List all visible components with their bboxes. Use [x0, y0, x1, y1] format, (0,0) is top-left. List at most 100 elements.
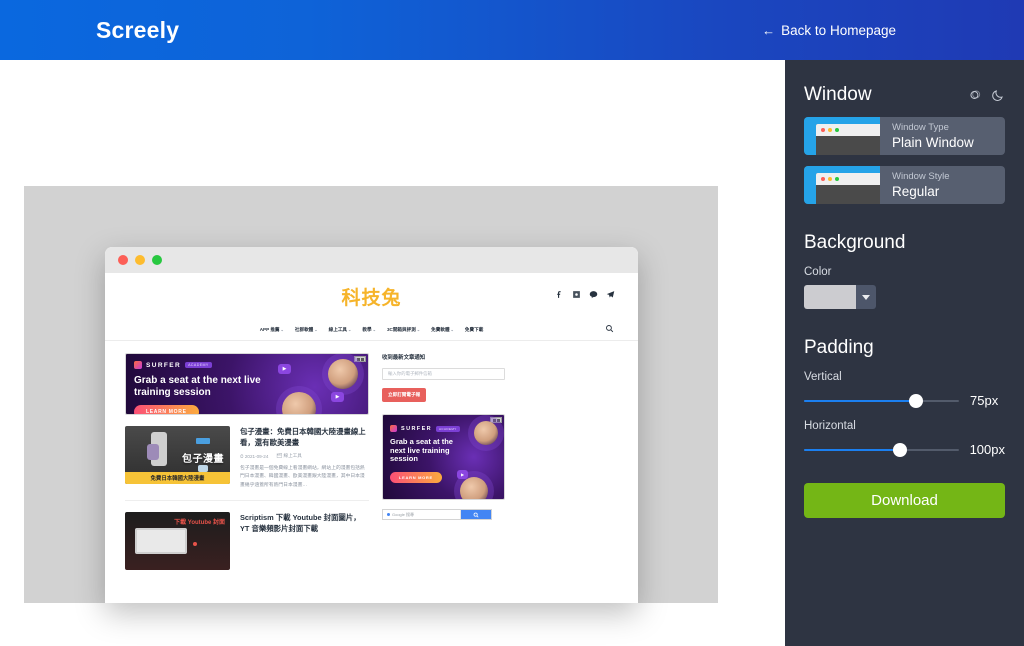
window-type-text: Window Type Plain Window	[880, 117, 974, 155]
vertical-padding-label: Vertical	[804, 371, 842, 383]
post-thumb-text: 包子漫畫	[182, 454, 224, 465]
play-icon: ▶	[457, 470, 468, 479]
ad-person-photo	[474, 421, 498, 445]
ad-banner-horizontal[interactable]: SURFER ACADEMY Grab a seat at the next l…	[125, 353, 369, 415]
google-search-button[interactable]	[461, 510, 491, 519]
window-type-value: Plain Window	[892, 135, 974, 151]
ad-cta-button[interactable]: LEARN MORE	[134, 405, 199, 414]
newsletter-email-input[interactable]: 輸入你的電子郵件信箱	[382, 368, 505, 380]
post-excerpt: 包子漫畫是一個免費線上看漫畫網站，網站上的漫畫包括熱門日本漫畫、韓國漫畫、歐美漫…	[240, 466, 365, 488]
settings-panel: Window Window Type Plain Window Window S…	[785, 60, 1024, 646]
slider-fill	[804, 448, 900, 451]
newsletter-subscribe-button[interactable]: 立即訂閱電子報	[382, 388, 427, 402]
mock-browser-window: 科技兔 APP 推薦⌄ 社群軟體⌄ 線上工具⌄ 教學⌄ 3C開箱與評測⌄ 免費軟…	[105, 247, 638, 603]
ad-person-photo	[328, 359, 358, 389]
window-style-value: Regular	[892, 184, 940, 200]
site-social-links	[555, 290, 615, 299]
chevron-down-icon[interactable]	[856, 285, 876, 309]
dark-mode-icon[interactable]	[991, 88, 1005, 102]
horizontal-padding-label: Horizontal	[804, 420, 856, 432]
app-header: Screely ← Back to Homepage	[0, 0, 1024, 60]
play-icon: ▶	[278, 364, 291, 374]
window-style-thumbnail	[804, 166, 880, 204]
editor-stage: 科技兔 APP 推薦⌄ 社群軟體⌄ 線上工具⌄ 教學⌄ 3C開箱與評測⌄ 免費軟…	[0, 60, 785, 646]
screenshot-canvas[interactable]: 科技兔 APP 推薦⌄ 社群軟體⌄ 線上工具⌄ 教學⌄ 3C開箱與評測⌄ 免費軟…	[24, 186, 718, 603]
site-sidebar-column: 收到最新文章通知 輸入你的電子郵件信箱 立即訂閱電子報 SURFER ACADE…	[382, 353, 505, 570]
ad-brand-row: SURFER ACADEMY	[134, 361, 284, 369]
nav-item-tutorial[interactable]: 教學⌄	[362, 327, 376, 333]
post-title[interactable]: 包子漫畫：免費日本韓國大陸漫畫線上看，還有歐美漫畫	[240, 426, 369, 448]
ad-headline: Grab a seat at the next live training se…	[134, 375, 261, 398]
line-icon[interactable]	[589, 290, 598, 299]
post-title[interactable]: Scriptism 下載 Youtube 封面圖片，YT 音樂頻影片封面下載	[240, 512, 369, 534]
chevron-down-icon: ⌄	[280, 326, 284, 332]
ad-brand-tag: ACADEMY	[185, 362, 212, 368]
site-navigation: APP 推薦⌄ 社群軟體⌄ 線上工具⌄ 教學⌄ 3C開箱與評測⌄ 免費軟體⌄ 免…	[105, 319, 638, 341]
window-type-thumbnail	[804, 117, 880, 155]
ad-brand-name: SURFER	[401, 425, 433, 432]
post-thumb-band: 免費日本韓國大陸漫畫	[125, 472, 230, 484]
google-icon	[387, 513, 390, 516]
chevron-down-icon: ⌄	[314, 326, 318, 332]
window-close-dot	[118, 255, 128, 265]
window-type-option[interactable]: Window Type Plain Window	[804, 117, 1005, 155]
vertical-padding-value: 75px	[970, 393, 999, 408]
ad-cta-button[interactable]: LEARN MORE	[390, 471, 442, 483]
nav-item-social[interactable]: 社群軟體⌄	[295, 327, 318, 333]
ad-person-photo	[282, 392, 316, 414]
vertical-padding-slider[interactable]	[804, 393, 959, 408]
mock-window-titlebar	[105, 247, 638, 273]
theme-mode-toggle	[968, 88, 1005, 102]
site-content: SURFER ACADEMY Grab a seat at the next l…	[105, 341, 638, 570]
window-style-option[interactable]: Window Style Regular	[804, 166, 1005, 204]
slider-thumb[interactable]	[892, 442, 907, 457]
nav-item-3c-review[interactable]: 3C開箱與評測⌄	[387, 327, 420, 333]
captured-website: 科技兔 APP 推薦⌄ 社群軟體⌄ 線上工具⌄ 教學⌄ 3C開箱與評測⌄ 免費軟…	[105, 273, 638, 603]
light-mode-icon[interactable]	[968, 88, 982, 102]
window-type-label: Window Type	[892, 122, 949, 133]
ad-close-icon[interactable]	[354, 356, 366, 362]
post-thumbnail: 包子漫畫 免費日本韓國大陸漫畫	[125, 426, 230, 484]
vertical-padding-row: 75px	[804, 393, 1005, 408]
color-label: Color	[804, 266, 832, 278]
newsletter-title: 收到最新文章通知	[382, 355, 426, 361]
post-body: 包子漫畫：免費日本韓國大陸漫畫線上看，還有歐美漫畫 ⏱ 2021-09-24 🗂…	[240, 426, 369, 490]
google-search-box[interactable]: Google 搜尋	[382, 509, 492, 520]
post-thumbnail: 下載 Youtube 封面	[125, 511, 230, 570]
instagram-icon[interactable]	[572, 290, 581, 299]
search-icon[interactable]	[605, 324, 614, 333]
window-section-title: Window	[804, 84, 872, 105]
post-item[interactable]: 下載 Youtube 封面 Scriptism 下載 Youtube 封面圖片，…	[125, 501, 369, 570]
nav-item-free-download[interactable]: 免費下載	[465, 327, 483, 333]
padding-section-title: Padding	[804, 337, 874, 358]
ad-headline: Grab a seat at the next live training se…	[390, 437, 453, 464]
post-item[interactable]: 包子漫畫 免費日本韓國大陸漫畫 包子漫畫：免費日本韓國大陸漫畫線上看，還有歐美漫…	[125, 415, 369, 490]
window-maximize-dot	[152, 255, 162, 265]
telegram-icon[interactable]	[606, 290, 615, 299]
back-to-homepage-link[interactable]: ← Back to Homepage	[762, 23, 896, 38]
ad-person-photo	[460, 477, 488, 499]
back-arrow-icon: ←	[762, 22, 776, 38]
background-color-picker[interactable]	[804, 285, 876, 309]
site-main-column: SURFER ACADEMY Grab a seat at the next l…	[125, 353, 369, 570]
nav-item-app[interactable]: APP 推薦⌄	[260, 327, 284, 333]
nav-item-free-software[interactable]: 免費軟體⌄	[431, 327, 454, 333]
post-date: ⏱ 2021-09-24	[240, 453, 269, 459]
horizontal-padding-slider[interactable]	[804, 442, 959, 457]
horizontal-padding-row: 100px	[804, 442, 1005, 457]
chevron-down-icon: ⌄	[372, 326, 376, 332]
ad-banner-vertical[interactable]: SURFER ACADEMY Grab a seat at the next l…	[382, 414, 505, 500]
site-header: 科技兔	[105, 273, 638, 319]
post-thumb-text: 下載 Youtube 封面	[174, 519, 225, 526]
chevron-down-icon: ⌄	[348, 326, 352, 332]
download-button[interactable]: Download	[804, 483, 1005, 518]
back-to-homepage-label: Back to Homepage	[781, 22, 896, 38]
ad-brand-name: SURFER	[146, 361, 182, 369]
horizontal-padding-value: 100px	[969, 442, 1005, 457]
facebook-icon[interactable]	[555, 290, 564, 299]
slider-fill	[804, 399, 916, 402]
post-meta: ⏱ 2021-09-24 🗂 線上工具	[240, 453, 369, 459]
nav-item-online-tools[interactable]: 線上工具⌄	[329, 327, 352, 333]
google-search-input[interactable]: Google 搜尋	[383, 510, 461, 519]
slider-thumb[interactable]	[908, 393, 923, 408]
